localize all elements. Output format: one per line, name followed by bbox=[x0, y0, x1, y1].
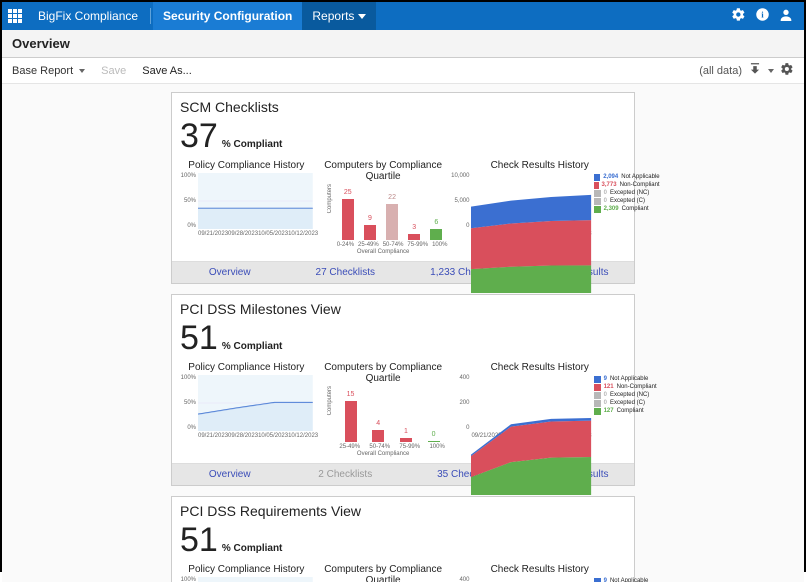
quartile-chart: Computers by Compliance Quartile Compute… bbox=[317, 160, 450, 255]
compliance-history-chart: Policy Compliance History 100%50%0% 09/2… bbox=[180, 362, 313, 457]
compliance-history-chart: Policy Compliance History 100%50%0% 09/2… bbox=[180, 564, 313, 582]
user-icon[interactable] bbox=[774, 7, 798, 26]
legend-item: 9Not Applicable bbox=[594, 375, 660, 383]
results-legend: 9Not Applicable121Non-Compliant0Excepted… bbox=[594, 375, 660, 439]
dashboard-panel: PCI DSS Requirements View 51% Compliant … bbox=[171, 496, 635, 582]
legend-item: 0Excepted (NC) bbox=[594, 391, 660, 399]
legend-item: 9Not Applicable bbox=[594, 577, 660, 582]
quartile-chart: Computers by Compliance Quartile Compute… bbox=[317, 564, 450, 582]
report-selector[interactable]: Base Report bbox=[12, 65, 85, 77]
bar: 6 bbox=[430, 229, 442, 240]
legend-item: 127Compliant bbox=[594, 407, 660, 415]
bar: 25 bbox=[342, 199, 354, 240]
caret-down-icon bbox=[358, 14, 366, 19]
bar: 0 bbox=[428, 441, 440, 442]
panel-link[interactable]: 2 Checklists bbox=[288, 464, 404, 485]
bar: 1 bbox=[400, 438, 412, 442]
save-as-button[interactable]: Save As... bbox=[142, 65, 192, 77]
quartile-chart: Computers by Compliance Quartile Compute… bbox=[317, 362, 450, 457]
top-nav: BigFix Compliance Security Configuration… bbox=[2, 2, 804, 30]
apps-grid-icon[interactable] bbox=[8, 9, 22, 23]
scope-label[interactable]: (all data) bbox=[699, 65, 742, 77]
nav-separator bbox=[150, 8, 151, 24]
bar: 15 bbox=[345, 401, 357, 442]
legend-item: 3,773Non-Compliant bbox=[594, 181, 660, 189]
legend-item: 121Non-Compliant bbox=[594, 383, 660, 391]
compliance-history-chart: Policy Compliance History 100%50%0% 09/2… bbox=[180, 160, 313, 255]
bar: 22 bbox=[386, 204, 398, 240]
results-history-chart: Check Results History 4002000 09/21/2023… bbox=[453, 564, 626, 582]
nav-section[interactable]: Security Configuration bbox=[153, 2, 302, 30]
compliance-percent: 51% Compliant bbox=[180, 521, 626, 560]
info-icon[interactable]: i bbox=[750, 7, 774, 25]
bar: 3 bbox=[408, 234, 420, 240]
page-title: Overview bbox=[2, 30, 804, 58]
legend-item: 0Excepted (C) bbox=[594, 197, 660, 205]
content-scroll[interactable]: SCM Checklists 37% Compliant Policy Comp… bbox=[2, 84, 804, 582]
legend-item: 2,309Compliant bbox=[594, 205, 660, 213]
legend-item: 2,094Not Applicable bbox=[594, 173, 660, 181]
results-legend: 9Not Applicable121Non-Compliant0Excepted… bbox=[594, 577, 660, 582]
settings-gear-icon[interactable] bbox=[726, 7, 750, 25]
panel-title: PCI DSS Requirements View bbox=[180, 503, 626, 519]
export-icon[interactable] bbox=[748, 62, 762, 79]
nav-reports-label: Reports bbox=[312, 9, 354, 23]
legend-item: 0Excepted (NC) bbox=[594, 189, 660, 197]
panel-link[interactable]: Overview bbox=[172, 464, 288, 485]
panel-title: SCM Checklists bbox=[180, 99, 626, 115]
legend-item: 0Excepted (C) bbox=[594, 399, 660, 407]
bar: 9 bbox=[364, 225, 376, 240]
caret-down-icon bbox=[79, 69, 85, 73]
nav-product[interactable]: BigFix Compliance bbox=[28, 2, 148, 30]
save-button: Save bbox=[101, 65, 126, 77]
bar: 4 bbox=[372, 430, 384, 442]
dashboard-panel: SCM Checklists 37% Compliant Policy Comp… bbox=[171, 92, 635, 284]
compliance-percent: 51% Compliant bbox=[180, 319, 626, 358]
nav-reports[interactable]: Reports bbox=[302, 2, 376, 30]
toolbar-gear-icon[interactable] bbox=[780, 62, 794, 79]
dashboard-panel: PCI DSS Milestones View 51% Compliant Po… bbox=[171, 294, 635, 486]
caret-down-icon bbox=[768, 69, 774, 73]
panel-link[interactable]: 27 Checklists bbox=[288, 262, 404, 283]
report-toolbar: Base Report Save Save As... (all data) bbox=[2, 58, 804, 84]
panel-title: PCI DSS Milestones View bbox=[180, 301, 626, 317]
results-history-chart: Check Results History 4002000 09/21/2023… bbox=[453, 362, 626, 457]
report-selector-label: Base Report bbox=[12, 65, 73, 77]
compliance-percent: 37% Compliant bbox=[180, 117, 626, 156]
panel-link[interactable]: Overview bbox=[172, 262, 288, 283]
results-legend: 2,094Not Applicable3,773Non-Compliant0Ex… bbox=[594, 173, 660, 237]
results-history-chart: Check Results History 10,0005,0000 09/21… bbox=[453, 160, 626, 255]
